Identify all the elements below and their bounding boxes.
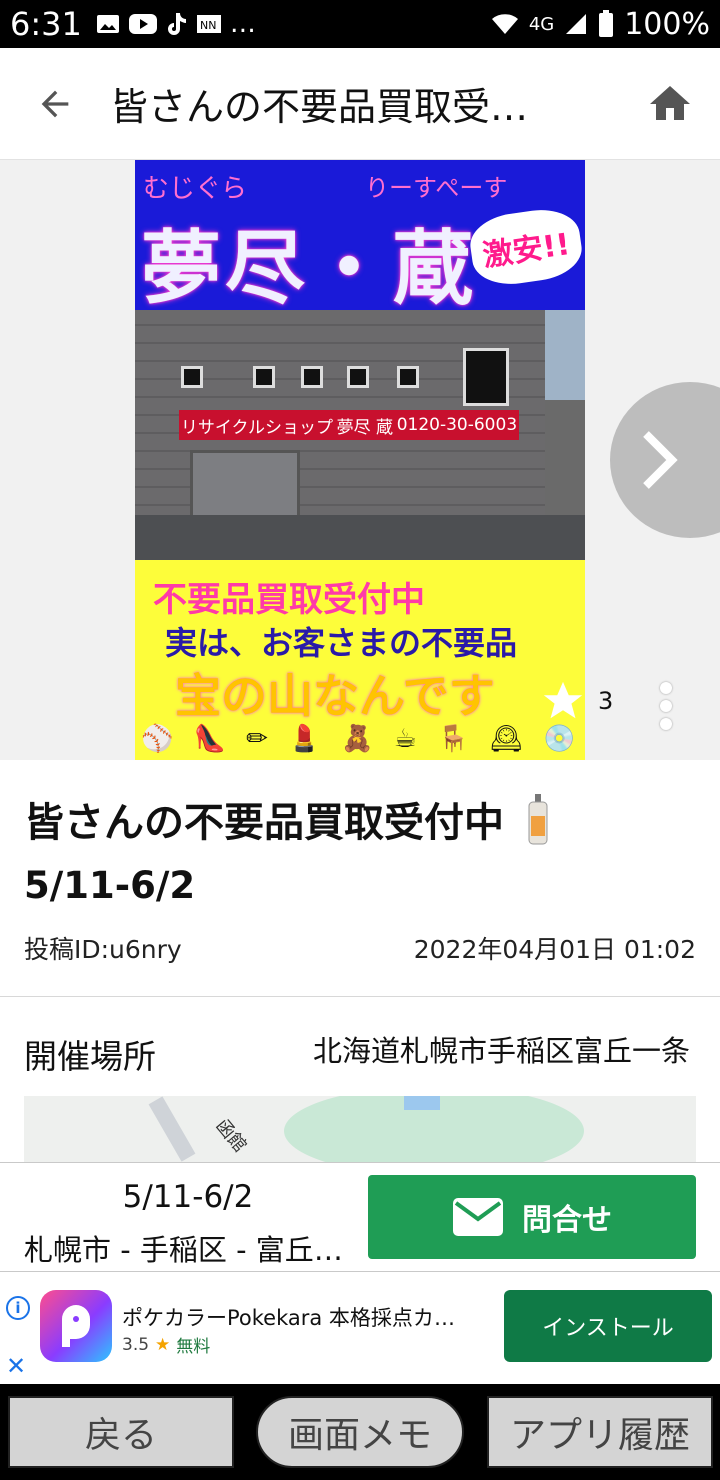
youtube-icon [128,14,157,34]
signal-icon [566,14,587,34]
bottom-action-panel: 5/11-6/2 札幌市 - 手稲区 - 富丘一条 問合せ [0,1162,720,1272]
more-notifications-icon: … [229,9,256,39]
image-gallery[interactable]: むじぐら りーすぺーす 夢尽・蔵 激安!! リサイクルショップ 夢尽 蔵 012… [0,160,720,760]
poster-footer: 不要品買取受付中 実は、お客さまの不要品 宝の山なんです ⚾ 👠 ✏ 💄 🧸 ☕… [135,560,585,760]
tiktok-icon [167,13,186,35]
venue-label: 開催場所 [24,1037,156,1076]
status-time: 6:31 [10,5,82,43]
poster-small-text-right: りーすぺーす [365,174,508,202]
post-id: 投稿ID:u6nry [24,935,182,964]
ad-install-button[interactable]: インストール [504,1290,712,1362]
bird-icon [62,1305,90,1347]
poster-item-icons: ⚾ 👠 ✏ 💄 🧸 ☕ 🪑 🕰 💿 [141,724,582,754]
status-bar: 6:31 NN … 4G 100% [0,0,720,48]
photo-window [463,348,509,406]
ad-app-name: ポケカラーPokekara 本格採点カラオケ [122,1306,472,1330]
nav-back-button[interactable]: 戻る [8,1396,234,1468]
home-button[interactable] [620,48,720,160]
app-bar: 皆さんの不要品買取受… [0,48,720,160]
shop-sign: リサイクルショップ 夢尽 蔵 0120-30-6003 [179,410,519,440]
panel-location: 札幌市 - 手稲区 - 富丘一条 [24,1233,354,1267]
ad-rating-value: 3.5 [122,1334,150,1355]
inquire-label: 問合せ [522,1203,612,1238]
poster-shop-name: 夢尽・蔵 [141,221,477,315]
home-icon [650,85,690,120]
ad-close-icon[interactable]: ✕ [6,1352,26,1380]
nav-memo-button[interactable]: 画面メモ [256,1396,464,1468]
battery-level: 100% [624,6,710,42]
dot-icon [660,700,672,712]
image-icon [96,15,119,33]
battery-icon [599,10,614,37]
photo-window [253,366,275,388]
post-date-range: 5/11-6/2 [24,864,196,907]
notification-icons: NN … [96,9,256,39]
ad-info-icon[interactable]: i [6,1296,30,1320]
post-title: 皆さんの不要品買取受付中 [24,790,704,856]
poster-small-text-left: むじぐら [143,174,248,204]
news-icon: NN [196,15,221,33]
wifi-icon [491,14,518,34]
shop-sign-text: リサイクルショップ [180,417,333,438]
panel-date-range: 5/11-6/2 [122,1179,254,1215]
photo-door [190,450,300,525]
star-icon [543,681,583,719]
back-button[interactable] [0,48,110,160]
photo-window [301,366,323,388]
shop-photo: リサイクルショップ 夢尽 蔵 0120-30-6003 [135,310,585,560]
page-title: 皆さんの不要品買取受… [110,85,529,129]
map-road [148,1096,196,1162]
poster-line-2: 実は、お客さまの不要品 [165,624,518,662]
photo-window [347,366,369,388]
network-label: 4G [528,13,555,35]
post-title-text: 皆さんの不要品買取受付中 [24,800,504,846]
venue-address: 北海道札幌市手稲区富丘一条 [312,1034,690,1068]
favorite-count: 3 [598,687,614,715]
poster-line-1: 不要品買取受付中 [153,580,425,620]
bottom-nav-bar: 戻る 画面メモ アプリ履歴 [0,1384,720,1480]
svg-text:NN: NN [200,19,216,32]
photo-window [397,366,419,388]
photo-ground [135,515,585,560]
arrow-back-icon [41,90,69,117]
chevron-right-icon [643,431,678,489]
next-image-button[interactable] [610,382,720,538]
dot-icon [660,682,672,694]
nav-history-button[interactable]: アプリ履歴 [487,1396,713,1468]
poster-badge: 激安!! [466,204,585,290]
venue-map[interactable]: 函館 [24,1096,696,1162]
inquire-button[interactable]: 問合せ [368,1175,696,1259]
event-poster-image: むじぐら りーすぺーす 夢尽・蔵 激安!! リサイクルショップ 夢尽 蔵 012… [135,160,585,760]
photo-window [181,366,203,388]
bottle-icon [526,794,550,856]
map-label: 函館 [211,1115,251,1157]
ad-rating: 3.5 ★ 無料 [122,1332,211,1358]
map-road [404,1096,440,1110]
favorite-button[interactable]: 3 [540,678,613,724]
dot-icon [660,718,672,730]
shop-sign-name: 夢尽 蔵 [336,417,394,438]
more-options-button[interactable] [660,682,674,730]
ad-price: 無料 [176,1337,211,1357]
poster-line-3: 宝の山なんです [175,669,495,723]
ad-app-icon [40,1290,112,1362]
poster-header: むじぐら りーすぺーす 夢尽・蔵 激安!! [135,160,585,315]
divider [0,996,720,997]
shop-sign-phone: 0120-30-6003 [396,415,518,435]
mail-icon [453,1198,503,1236]
post-timestamp: 2022年04月01日 01:02 [413,935,696,964]
star-icon: ★ [155,1334,171,1355]
ad-banner[interactable]: i ✕ ポケカラーPokekara 本格採点カラオケ 3.5 ★ 無料 インスト… [0,1272,720,1384]
